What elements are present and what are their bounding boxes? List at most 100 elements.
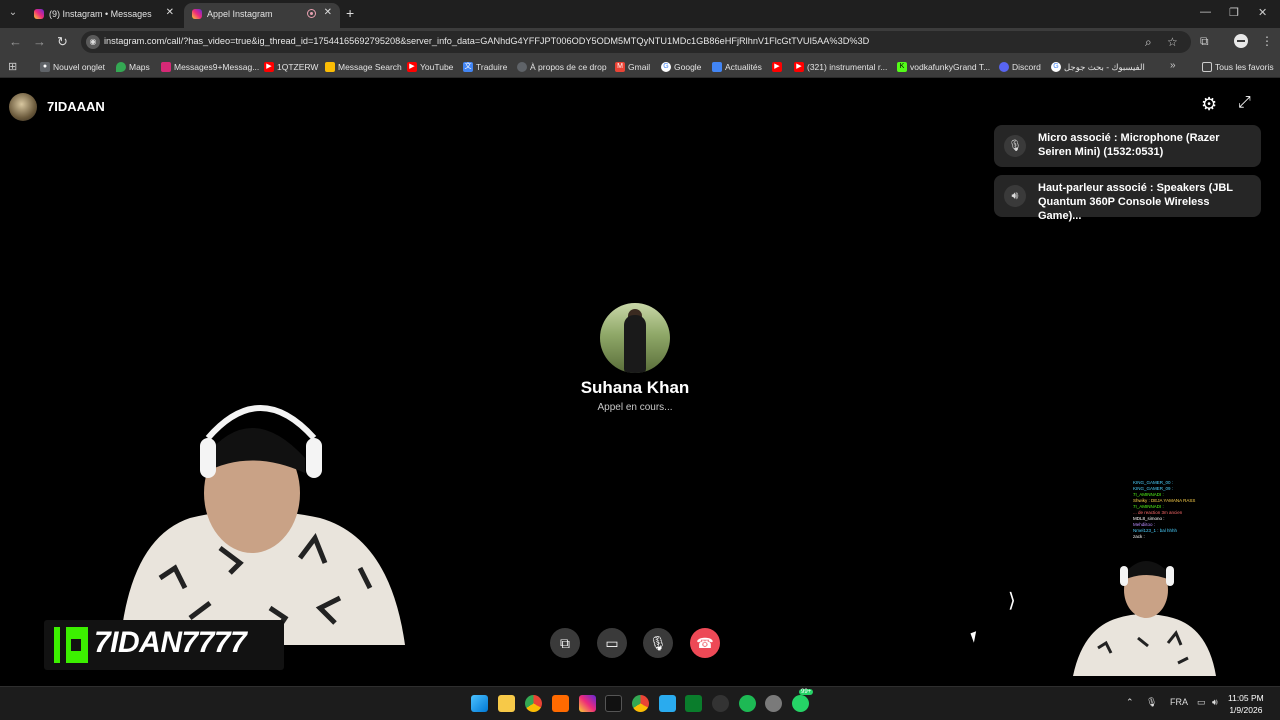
bookmark-label: À propos de ce drop	[530, 62, 607, 72]
bookmark-label: vodkafunkyGrand T...	[910, 62, 991, 72]
site-info-icon[interactable]: ◉	[86, 35, 100, 49]
globe-icon	[517, 62, 527, 72]
recording-icon	[307, 9, 316, 18]
gear-icon[interactable]: ⚙	[1201, 95, 1217, 113]
mini-chat-line: zack :	[1133, 534, 1145, 539]
minimize-icon[interactable]: —	[1200, 6, 1211, 18]
caller-avatar[interactable]	[9, 93, 37, 121]
zoom-icon[interactable]: ⌕	[1145, 35, 1152, 50]
app-orange-icon[interactable]	[552, 695, 569, 712]
network-icon[interactable]: ▭	[1197, 697, 1206, 708]
speaker-device-card[interactable]: 🔊︎ Haut-parleur associé : Speakers (JBL …	[994, 175, 1261, 222]
translate-icon: 文	[463, 62, 473, 72]
bookmark-a-propos[interactable]: À propos de ce drop	[517, 60, 607, 74]
settings-app-icon[interactable]	[765, 695, 782, 712]
whatsapp-badge: 99+	[799, 689, 814, 695]
instagram-app-icon[interactable]	[579, 695, 596, 712]
bookmark-gmail[interactable]: M Gmail	[615, 60, 650, 74]
tab-title: Appel Instagram	[207, 9, 273, 19]
app-stylus-icon[interactable]	[605, 695, 622, 712]
microphone-icon: 🎙︎	[649, 635, 667, 651]
bookmark-label: Nouvel onglet	[53, 62, 105, 72]
screen-share-button[interactable]: ⧉	[550, 628, 580, 658]
end-call-button[interactable]: ☎︎	[690, 628, 720, 658]
bookmark-vodkafunky[interactable]: KvodkafunkyGrand T...	[897, 60, 990, 74]
tab-instagram-messages[interactable]: (9) Instagram • Messages ✕	[26, 3, 182, 28]
more-bookmarks-icon[interactable]: »	[1170, 60, 1176, 71]
bookmark-youtube[interactable]: ▶ YouTube	[407, 60, 453, 74]
language-indicator[interactable]: FRA	[1170, 697, 1188, 707]
bookmark-message-search[interactable]: Message Search	[325, 60, 402, 74]
streamer-webcam	[100, 378, 412, 645]
bookmark-traduire[interactable]: 文 Traduire	[463, 60, 507, 74]
browser-toolbar: ← → ↻ ◉ instagram.com/call/?has_video=tr…	[0, 28, 1280, 56]
bookmark-label: Message Search	[338, 62, 402, 72]
bookmark-actualites[interactable]: Actualités	[712, 60, 762, 74]
all-bookmarks-folder[interactable]: Tous les favoris	[1202, 60, 1274, 74]
extensions-icon[interactable]: ⧉	[1200, 34, 1209, 49]
microphone-button[interactable]: 🎙︎	[643, 628, 673, 658]
tray-microphone-icon[interactable]: 🎙︎	[1146, 697, 1157, 708]
folder-icon	[1202, 62, 1212, 72]
back-icon[interactable]: ←	[9, 34, 22, 50]
bookmark-label: Maps	[129, 62, 150, 72]
bookmark-instrumental[interactable]: ▶ (321) instrumental r...	[794, 60, 887, 74]
tab-instagram-call[interactable]: Appel Instagram ✕	[184, 3, 340, 28]
hang-up-icon: ☎︎	[696, 635, 714, 651]
chrome-active-icon[interactable]	[632, 695, 649, 712]
instagram-icon	[192, 9, 202, 19]
instagram-icon	[161, 62, 171, 72]
mini-webcam-preview	[1068, 548, 1220, 676]
media-player-icon[interactable]	[685, 695, 702, 712]
youtube-icon: ▶	[407, 62, 417, 72]
url-text[interactable]: instagram.com/call/?has_video=true&ig_th…	[104, 36, 869, 46]
whatsapp-icon[interactable]	[792, 695, 809, 712]
bookmark-youtube-2[interactable]: ▶	[772, 60, 785, 74]
windows-start-icon[interactable]	[471, 695, 488, 712]
close-tab-icon[interactable]: ✕	[166, 7, 174, 18]
file-explorer-icon[interactable]	[498, 695, 515, 712]
tray-chevron-up-icon[interactable]: ⌃	[1126, 697, 1134, 708]
restore-icon[interactable]: ❐	[1229, 6, 1239, 19]
volume-icon[interactable]: 🔊︎	[1212, 697, 1218, 708]
maps-pin-icon	[116, 62, 126, 72]
close-window-icon[interactable]: ✕	[1258, 6, 1267, 19]
chevron-right-icon[interactable]: ⟩	[1008, 588, 1016, 613]
callee-avatar-body	[624, 315, 646, 373]
obs-icon[interactable]	[712, 695, 729, 712]
spotify-icon[interactable]	[739, 695, 756, 712]
bookmark-1qtzerw[interactable]: ▶ 1QTZERW	[264, 60, 318, 74]
profile-avatar-icon[interactable]	[1234, 34, 1248, 48]
camera-button[interactable]: ▭	[597, 628, 627, 658]
address-bar[interactable]: ◉ instagram.com/call/?has_video=true&ig_…	[81, 31, 1191, 53]
bookmark-google[interactable]: G Google	[661, 60, 701, 74]
bookmark-facebook-search[interactable]: G الفيسبوك - بحث جوجل	[1051, 60, 1145, 74]
bookmark-label: Tous les favoris	[1215, 62, 1274, 72]
browser-menu-icon[interactable]: ⋮	[1261, 34, 1273, 48]
bookmark-label: 1QTZERW	[277, 62, 319, 72]
system-clock[interactable]: 11:05 PM 1/9/2026	[1228, 692, 1264, 716]
bookmark-star-icon[interactable]: ☆	[1167, 35, 1178, 49]
bookmark-label: Messages9+Messag...	[174, 62, 260, 72]
kick-icon: K	[897, 62, 907, 72]
tab-search-chevron-icon[interactable]: ⌄	[5, 5, 21, 21]
mouse-cursor-icon	[970, 631, 980, 643]
microphone-device-card[interactable]: 🎙︎ Micro associé : Microphone (Razer Sei…	[994, 125, 1261, 167]
bookmark-label: (321) instrumental r...	[807, 62, 888, 72]
fullscreen-icon[interactable]: ⤢	[1238, 94, 1251, 112]
tab-title: (9) Instagram • Messages	[49, 9, 152, 19]
chrome-icon[interactable]	[525, 695, 542, 712]
apps-grid-icon[interactable]: ⊞	[8, 60, 17, 73]
reload-icon[interactable]: ↻	[57, 34, 68, 50]
bookmark-nouvel-onglet[interactable]: ● Nouvel onglet	[40, 60, 105, 74]
forward-icon[interactable]: →	[33, 34, 46, 50]
call-stage: 7IDAAAN ⚙ ⤢ 🎙︎ Micro associé : Microphon…	[0, 78, 1280, 686]
telegram-icon[interactable]	[659, 695, 676, 712]
news-icon	[712, 62, 722, 72]
bookmark-discord[interactable]: Discord	[999, 60, 1041, 74]
bookmark-messages[interactable]: Messages9+Messag...	[161, 60, 259, 74]
bookmark-maps[interactable]: Maps	[116, 60, 150, 74]
caller-name: 7IDAAAN	[47, 99, 105, 114]
new-tab-button[interactable]: +	[346, 5, 354, 21]
close-tab-icon[interactable]: ✕	[324, 7, 332, 18]
